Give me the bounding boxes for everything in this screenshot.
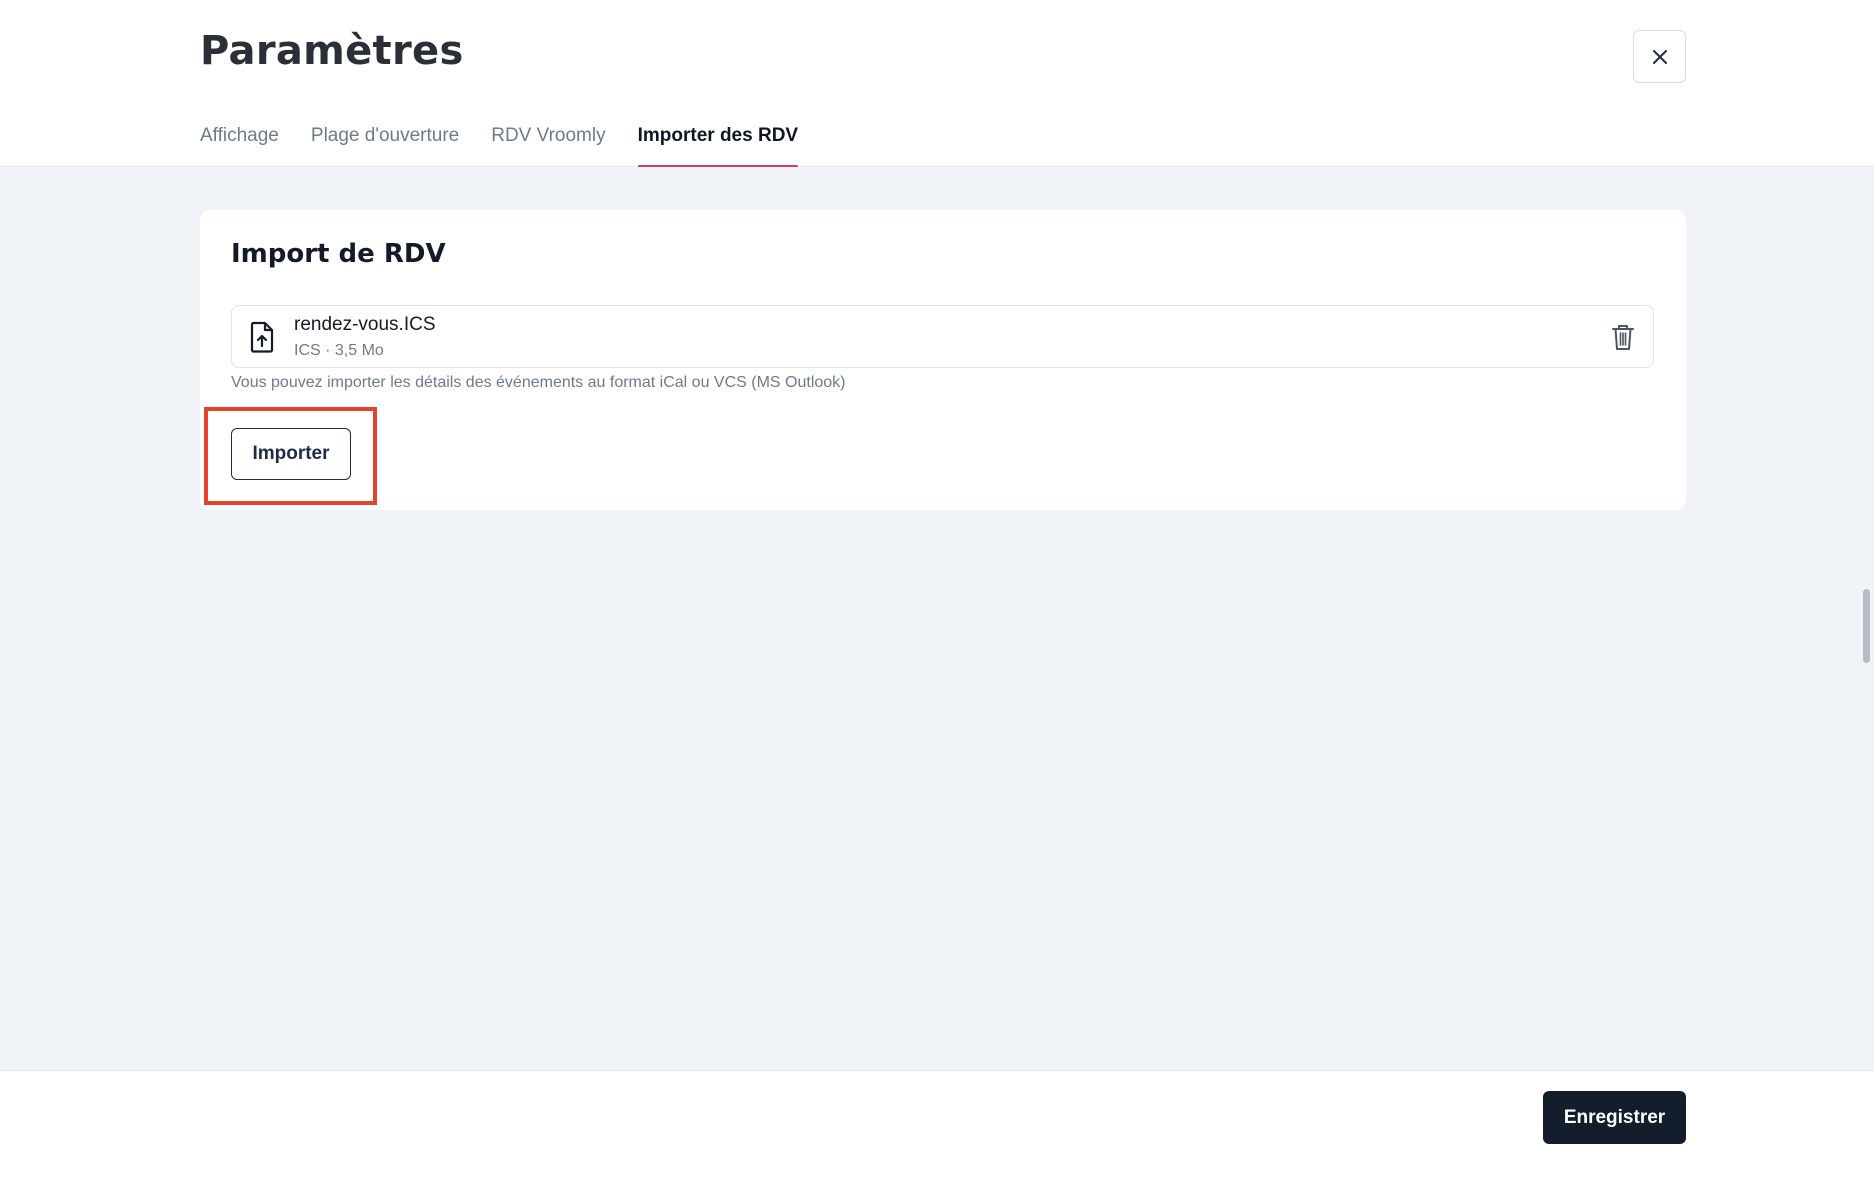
import-helper-text: Vous pouvez importer les détails des évé… [231,374,846,391]
delete-file-button[interactable] [1609,322,1637,352]
file-name: rendez-vous.ICS [294,314,436,335]
card-title: Import de RDV [231,239,446,269]
uploaded-file-row: rendez-vous.ICS ICS · 3,5 Mo [231,305,1654,368]
tab-plage-ouverture[interactable]: Plage d'ouverture [311,122,459,167]
settings-footer: Enregistrer [0,1070,1874,1184]
main-content: Import de RDV rendez-vous.ICS ICS · 3,5 … [0,167,1874,1070]
trash-icon [1612,325,1634,350]
file-meta: ICS · 3,5 Mo [294,342,384,359]
settings-page: Paramètres Affichage Plage d'ouverture R… [0,0,1874,1184]
tab-importer-rdv[interactable]: Importer des RDV [637,122,799,168]
import-button[interactable]: Importer [231,428,351,480]
settings-header: Paramètres Affichage Plage d'ouverture R… [0,0,1874,168]
page-title: Paramètres [200,28,464,74]
file-upload-icon [250,321,274,353]
save-button[interactable]: Enregistrer [1543,1091,1686,1144]
close-icon [1652,49,1667,64]
tab-affichage[interactable]: Affichage [200,122,279,167]
import-card: Import de RDV rendez-vous.ICS ICS · 3,5 … [200,210,1686,510]
settings-tabs: Affichage Plage d'ouverture RDV Vroomly … [200,122,830,168]
close-button[interactable] [1633,30,1686,83]
scrollbar-thumb[interactable] [1863,589,1870,663]
tab-rdv-vroomly[interactable]: RDV Vroomly [491,122,605,167]
